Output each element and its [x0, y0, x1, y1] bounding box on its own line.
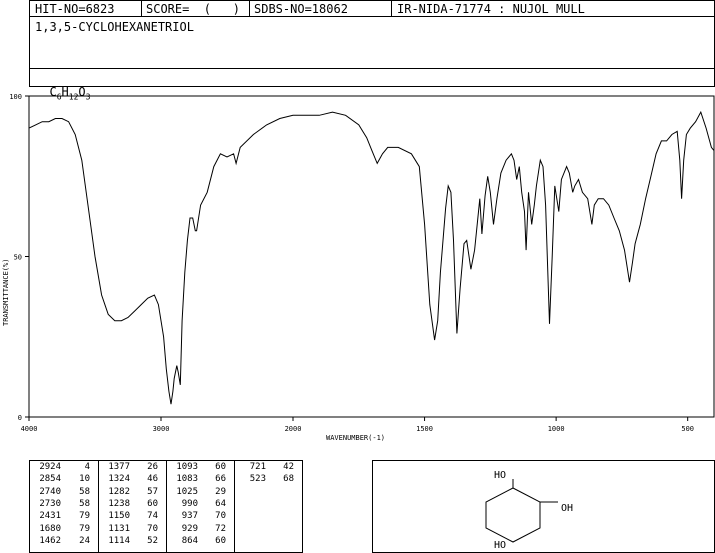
cyclohexane-ring — [485, 487, 541, 543]
label-ho-bottom: HO — [494, 540, 506, 551]
label-ho-top: HO — [494, 470, 506, 481]
structure-diagram: HO OH HO — [485, 470, 573, 551]
label-oh-right: OH — [561, 503, 573, 514]
